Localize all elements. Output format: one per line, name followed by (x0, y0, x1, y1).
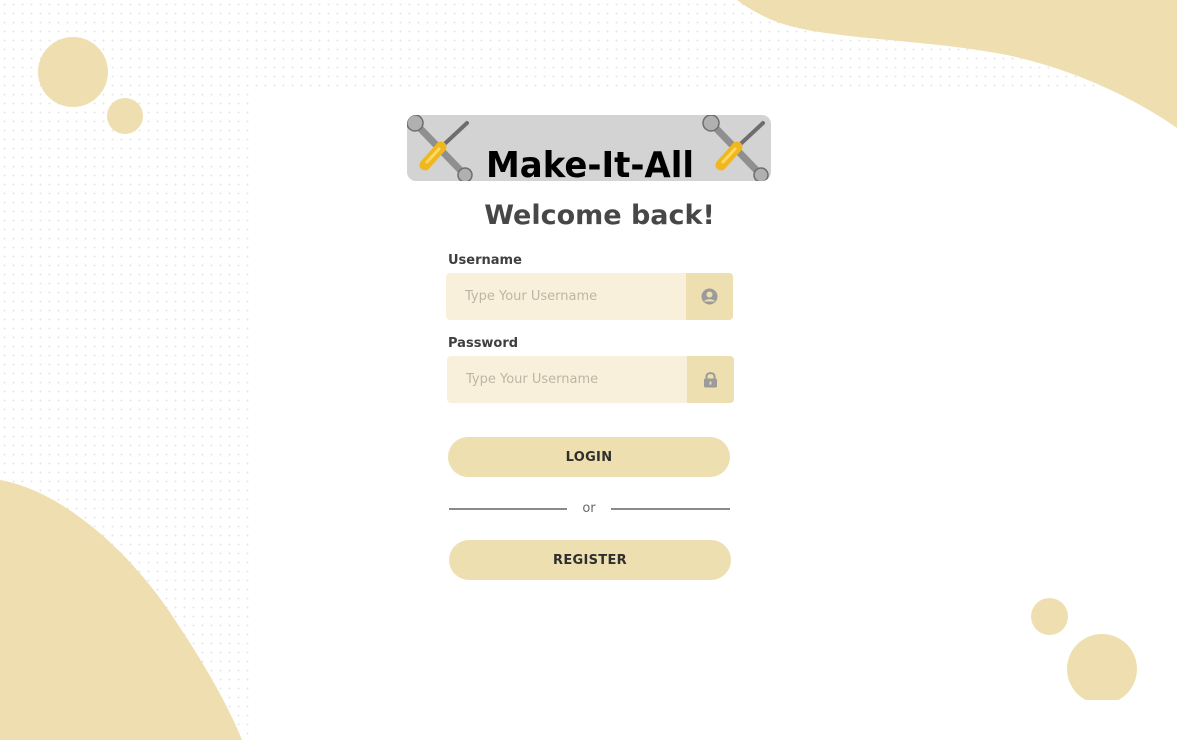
wrench-screwdriver-icon (702, 115, 769, 181)
brand-logo: Make-It-All (407, 115, 771, 181)
decorative-blob-bottom-left (0, 480, 242, 740)
password-label: Password (448, 336, 519, 351)
divider-line-left (449, 508, 567, 510)
password-field (447, 356, 734, 403)
divider-or-text: or (582, 501, 596, 516)
login-button[interactable]: LOGIN (448, 437, 730, 477)
divider-line-right (611, 508, 730, 510)
username-field (446, 273, 733, 320)
page-title: Welcome back! (484, 200, 715, 231)
register-button[interactable]: REGISTER (449, 540, 731, 580)
user-circle-icon (686, 273, 733, 320)
username-input[interactable] (446, 273, 686, 320)
decorative-circle (1067, 634, 1137, 704)
wrench-screwdriver-icon (407, 115, 473, 181)
username-label: Username (448, 253, 522, 268)
decorative-circle (107, 98, 143, 134)
lock-icon (687, 356, 734, 403)
decorative-circle (38, 37, 108, 107)
decorative-circle (1031, 598, 1068, 635)
decorative-blob-top-right (737, 0, 1177, 128)
login-page: Make-It-All Welcome back! Username Passw… (0, 0, 1177, 740)
password-input[interactable] (447, 356, 687, 403)
logo-text: Make-It-All (486, 145, 694, 181)
